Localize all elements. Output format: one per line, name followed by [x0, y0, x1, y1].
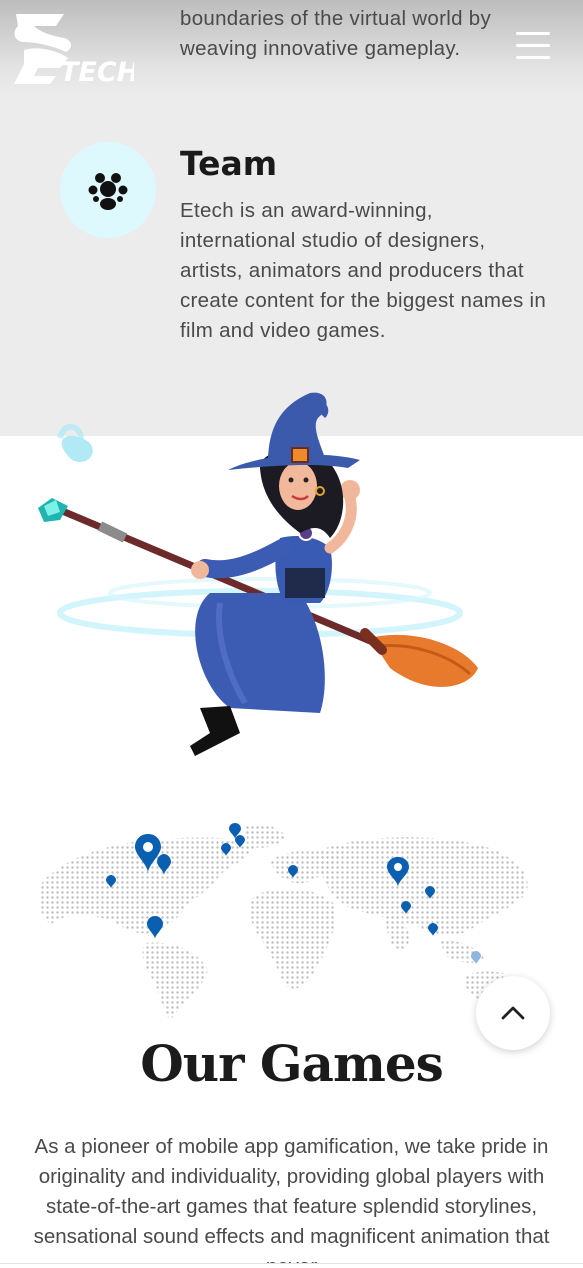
previous-feature-text: boundaries of the virtual world by weavi…	[180, 7, 492, 60]
our-games-description: As a pioneer of mobile app gamification,…	[33, 1135, 550, 1268]
team-title: Team	[180, 144, 278, 183]
svg-text:TECH: TECH	[60, 57, 134, 84]
etech-logo[interactable]: TECH	[10, 12, 134, 84]
hamburger-menu-icon	[516, 32, 550, 35]
team-description: Etech is an award-winning, international…	[180, 199, 547, 342]
world-map-with-pins	[40, 823, 530, 1020]
our-games-title: Our Games	[140, 1034, 444, 1093]
menu-button[interactable]	[512, 28, 554, 64]
bottom-edge	[0, 1263, 583, 1268]
team-paw-icon	[88, 173, 128, 210]
chevron-up-icon	[501, 1006, 525, 1020]
team-icon-badge	[60, 142, 156, 238]
witch-on-broom-illustration	[38, 392, 478, 756]
